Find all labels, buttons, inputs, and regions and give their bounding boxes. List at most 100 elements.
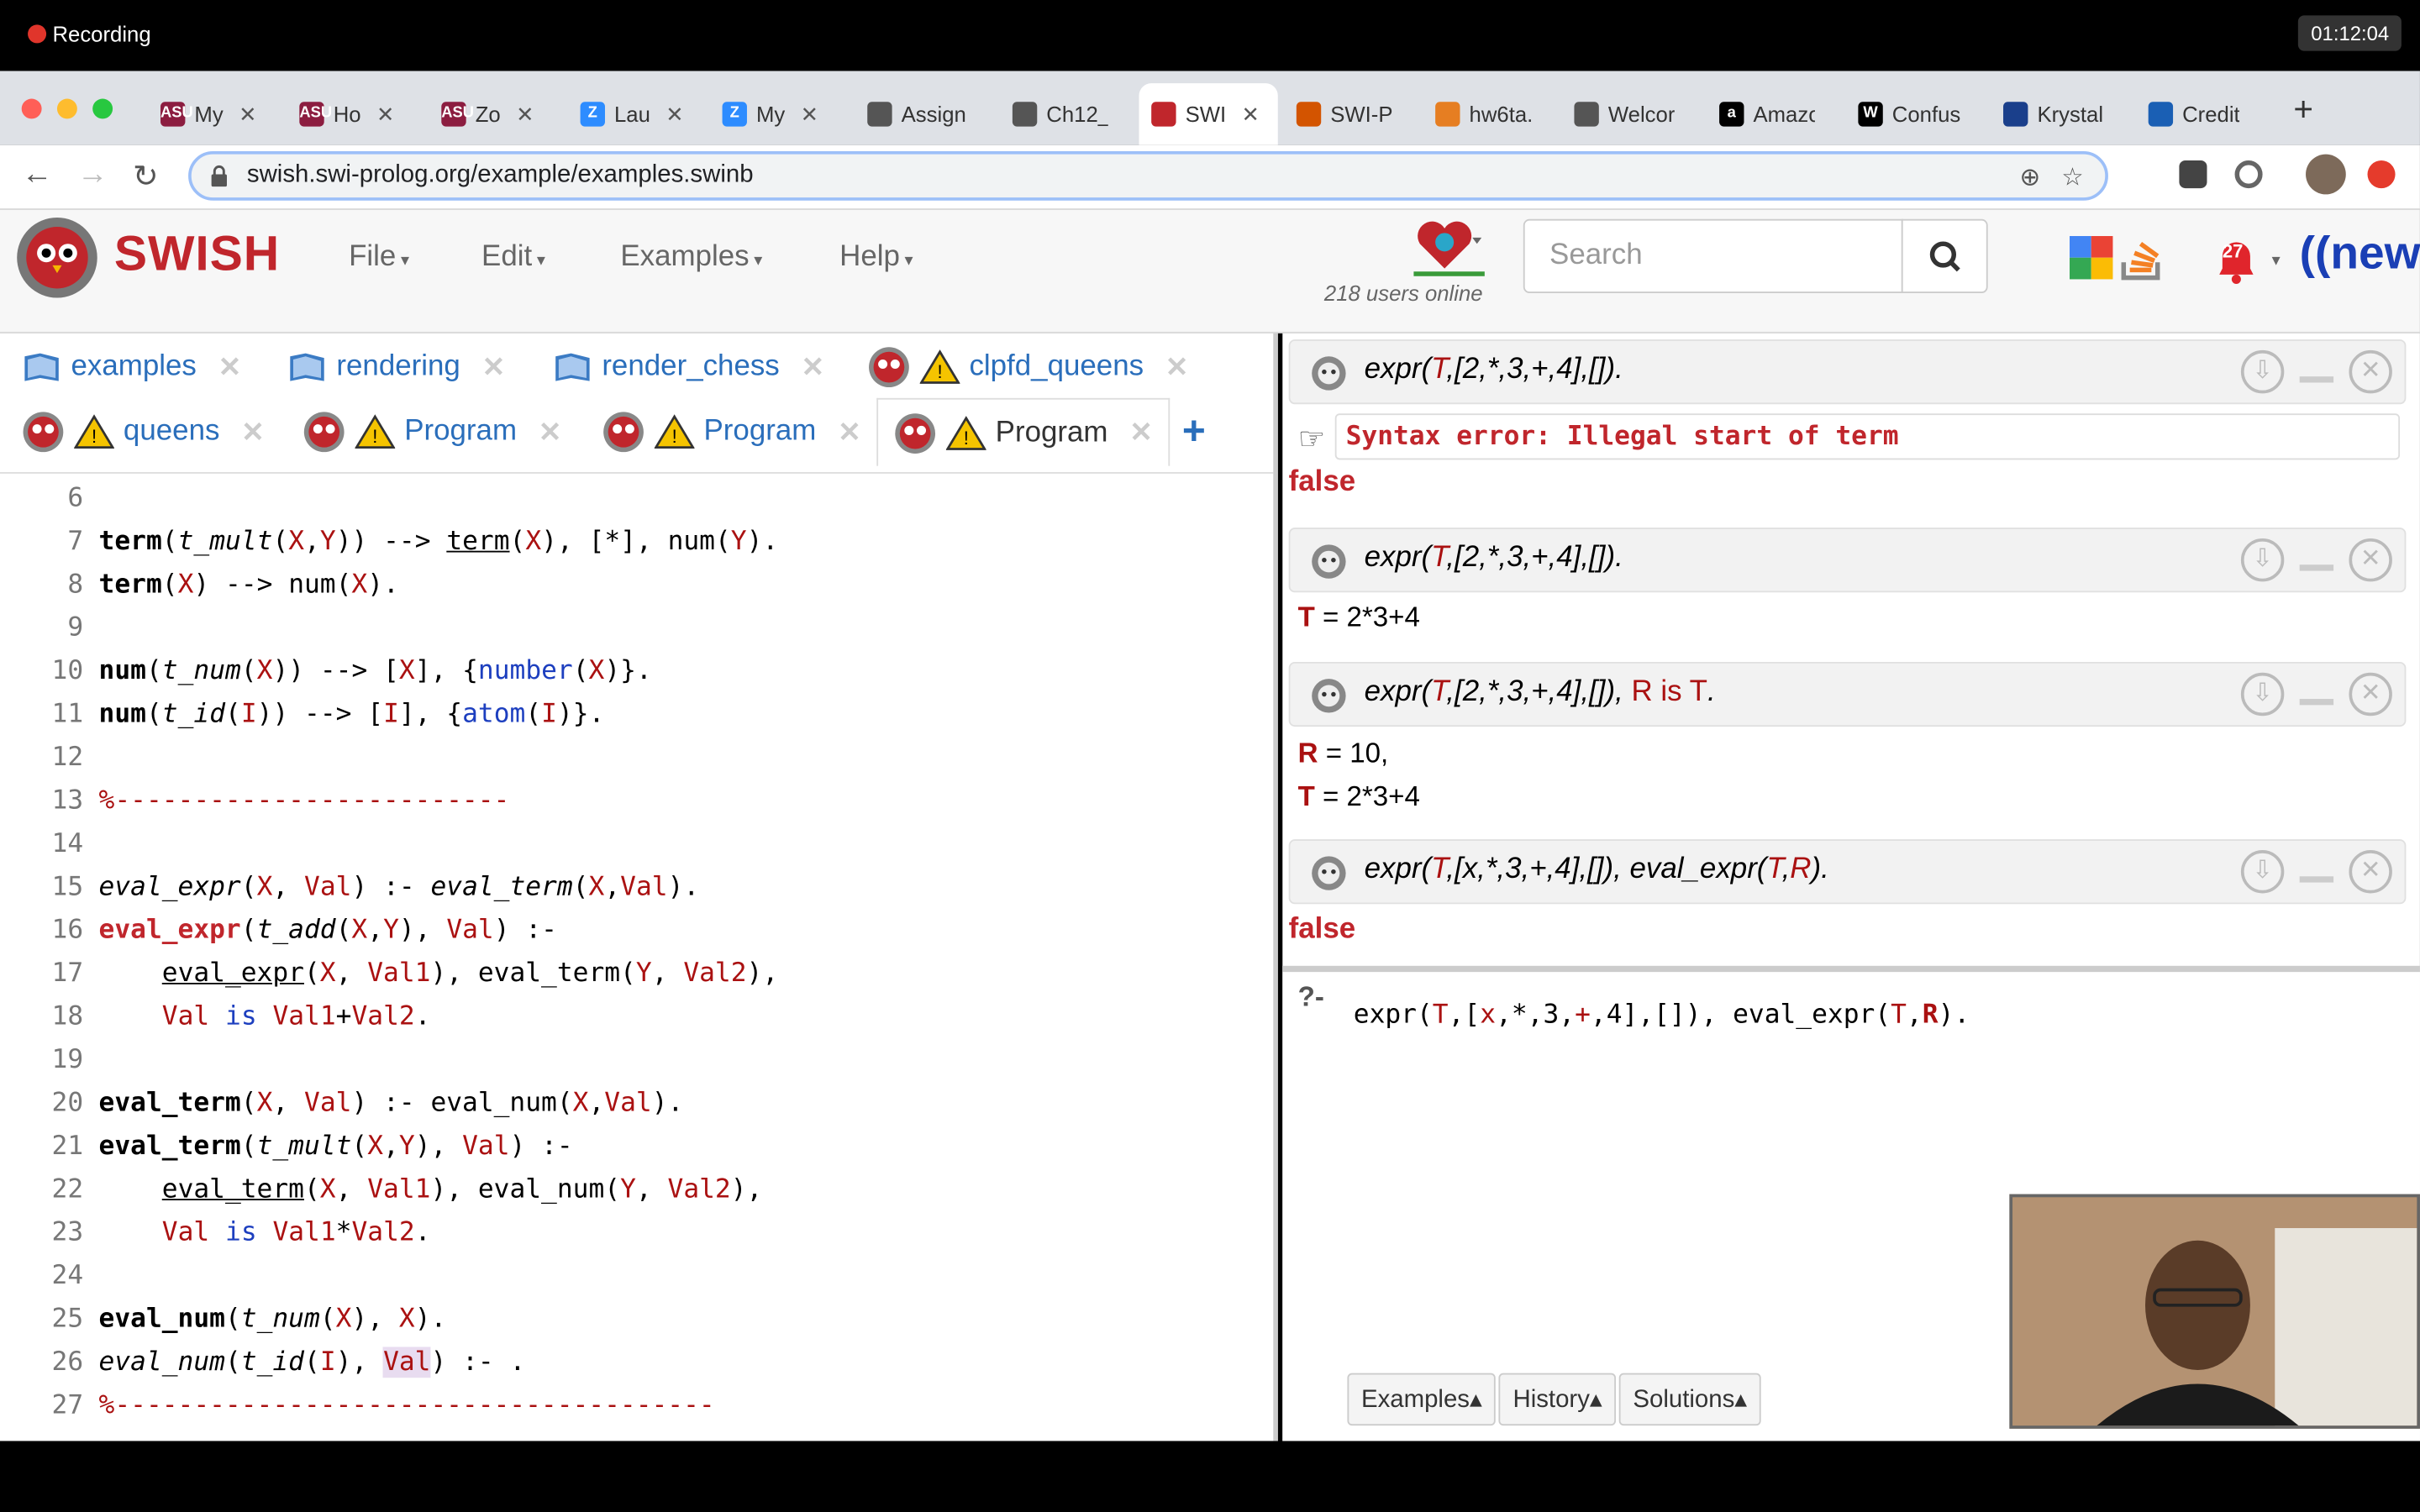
code-line[interactable]: 23 Val is Val1*Val2.: [0, 1211, 1273, 1254]
minimize-icon[interactable]: [2299, 876, 2334, 883]
browser-tab-5[interactable]: Assign: [855, 83, 992, 144]
browser-tab-1[interactable]: ASU Ho ✕: [287, 83, 420, 144]
menu-edit[interactable]: Edit ▾: [481, 241, 545, 275]
download-icon[interactable]: ⇩: [2240, 538, 2285, 582]
browser-tab-13[interactable]: Krystal: [1991, 83, 2127, 144]
window-maximize-button[interactable]: [92, 98, 113, 119]
tab-clpfd-queens[interactable]: ! clpfd_queens ✕: [867, 333, 1189, 402]
tab-program-2[interactable]: ! Program ✕: [602, 398, 861, 466]
url-bar[interactable]: swish.swi-prolog.org/example/examples.sw…: [188, 150, 2108, 201]
close-icon[interactable]: ✕: [801, 101, 819, 127]
query-text[interactable]: expr(T,[x,*,3,+,4],[]), eval_expr(T,R).: [1365, 853, 1829, 887]
close-icon[interactable]: ✕: [376, 101, 395, 127]
minimize-icon[interactable]: [2299, 564, 2334, 571]
close-icon[interactable]: ✕: [1242, 101, 1260, 127]
new-button[interactable]: ((new)): [2300, 228, 2420, 281]
code-line[interactable]: 22 eval_term(X, Val1), eval_num(Y, Val2)…: [0, 1168, 1273, 1210]
query-text[interactable]: expr(T,[2,*,3,+,4],[]).: [1365, 542, 1623, 575]
browser-tab-2[interactable]: ASU Zo ✕: [429, 83, 562, 144]
code-line[interactable]: 16 eval_expr(t_add(X,Y), Val) :-: [0, 909, 1273, 952]
tab-program-active[interactable]: ! Program ✕: [876, 397, 1171, 466]
download-icon[interactable]: ⇩: [2240, 672, 2285, 717]
browser-tab-10[interactable]: Welcor: [1562, 83, 1698, 144]
menu-examples[interactable]: Examples ▾: [620, 241, 762, 275]
menu-help[interactable]: Help ▾: [839, 241, 913, 275]
back-icon[interactable]: ←: [22, 157, 53, 192]
menu-file[interactable]: File ▾: [349, 241, 409, 275]
zoom-icon[interactable]: ⊕: [2019, 162, 2040, 193]
tab-queens[interactable]: ! queens ✕: [22, 398, 265, 466]
close-icon[interactable]: ✕: [2349, 349, 2392, 394]
browser-tab-14[interactable]: Credit: [2136, 83, 2275, 144]
code-line[interactable]: 10 num(t_num(X)) --> [X], {number(X)}.: [0, 649, 1273, 692]
browser-tab-0[interactable]: ASU My ✕: [148, 83, 281, 144]
close-icon[interactable]: ✕: [801, 351, 824, 384]
search-button[interactable]: [1901, 218, 1988, 293]
window-minimize-button[interactable]: [56, 98, 77, 119]
code-line[interactable]: 12: [0, 736, 1273, 779]
query-text[interactable]: expr(T,[x,*,3,+,4],[]), eval_expr(T,R).: [1354, 1000, 1970, 1031]
browser-tab-7[interactable]: SWI ✕: [1139, 83, 1278, 145]
tab-program-1[interactable]: ! Program ✕: [302, 398, 561, 466]
extension-circle-icon[interactable]: [2234, 160, 2263, 189]
code-line[interactable]: 17 eval_expr(X, Val1), eval_term(Y, Val2…: [0, 952, 1273, 995]
close-icon[interactable]: ✕: [666, 101, 684, 127]
close-icon[interactable]: ✕: [838, 416, 861, 449]
code-line[interactable]: 8 term(X) --> num(X).: [0, 563, 1273, 606]
close-icon[interactable]: ✕: [2349, 538, 2392, 582]
query-text[interactable]: expr(T,[2,*,3,+,4],[]), R is T.: [1365, 675, 1716, 709]
stackoverflow-icon[interactable]: [2118, 232, 2167, 281]
bookmark-star-icon[interactable]: ☆: [2061, 162, 2083, 193]
code-line[interactable]: 20 eval_term(X, Val) :- eval_num(X,Val).: [0, 1082, 1273, 1125]
tab-render-chess[interactable]: render_chess ✕: [553, 333, 824, 402]
tab-examples[interactable]: examples ✕: [22, 333, 242, 402]
code-line[interactable]: 11 num(t_id(I)) --> [I], {atom(I)}.: [0, 693, 1273, 736]
profile-avatar[interactable]: [2306, 154, 2346, 195]
query-text[interactable]: expr(T,[2,*,3,+,4],[]).: [1365, 354, 1623, 387]
code-line[interactable]: 24: [0, 1254, 1273, 1297]
close-icon[interactable]: ✕: [239, 101, 257, 127]
forward-icon[interactable]: →: [77, 157, 108, 192]
google-icon[interactable]: [2068, 234, 2114, 281]
solutions-button[interactable]: Solutions▴: [1618, 1373, 1761, 1426]
code-line[interactable]: 27 %-------------------------------------…: [0, 1384, 1273, 1427]
chevron-down-icon[interactable]: ▾: [2272, 250, 2281, 270]
browser-tab-9[interactable]: hw6ta.p: [1423, 83, 1552, 144]
close-icon[interactable]: ✕: [2349, 672, 2392, 717]
browser-tab-4[interactable]: Z My ✕: [710, 83, 846, 144]
close-icon[interactable]: ✕: [539, 416, 562, 449]
examples-button[interactable]: Examples▴: [1347, 1373, 1497, 1426]
swish-brand[interactable]: SWISH: [114, 225, 280, 282]
community-heart-icon[interactable]: [1411, 216, 1485, 277]
close-icon[interactable]: ✕: [516, 101, 534, 127]
close-icon[interactable]: ✕: [218, 351, 242, 384]
close-icon[interactable]: ✕: [1129, 417, 1153, 449]
browser-tab-12[interactable]: W Confus: [1846, 83, 1982, 144]
code-editor[interactable]: 6 7 term(t_mult(X,Y)) --> term(X), [*], nu…: [0, 472, 1274, 1441]
search-input[interactable]: Search: [1523, 218, 1903, 293]
close-icon[interactable]: ✕: [2349, 850, 2392, 894]
browser-tab-6[interactable]: Ch12_F: [1000, 83, 1129, 144]
browser-tab-3[interactable]: Z Lau ✕: [568, 83, 701, 144]
minimize-icon[interactable]: [2299, 699, 2334, 706]
code-line[interactable]: 19: [0, 1038, 1273, 1081]
add-tab-button[interactable]: +: [1182, 407, 1206, 455]
code-line[interactable]: 26 eval_num(t_id(I), Val) :- .: [0, 1341, 1273, 1383]
reload-icon[interactable]: ↻: [133, 157, 159, 196]
window-close-button[interactable]: [21, 98, 42, 119]
browser-tab-11[interactable]: a Amazo: [1707, 83, 1836, 144]
code-line[interactable]: 9: [0, 606, 1273, 649]
code-line[interactable]: 21 eval_term(t_mult(X,Y), Val) :-: [0, 1125, 1273, 1168]
history-button[interactable]: History▴: [1498, 1373, 1617, 1426]
extension-red-icon[interactable]: [2367, 160, 2396, 189]
close-icon[interactable]: ✕: [1165, 351, 1189, 384]
query-input[interactable]: [1347, 978, 2058, 1349]
code-line[interactable]: 13 %-------------------------: [0, 780, 1273, 822]
code-line[interactable]: 15 eval_expr(X, Val) :- eval_term(X,Val).: [0, 865, 1273, 908]
code-line[interactable]: 7 term(t_mult(X,Y)) --> term(X), [*], num…: [0, 520, 1273, 563]
close-icon[interactable]: ✕: [241, 416, 265, 449]
code-line[interactable]: 18 Val is Val1+Val2.: [0, 995, 1273, 1038]
code-line[interactable]: 25 eval_num(t_num(X), X).: [0, 1298, 1273, 1341]
extension-shield-icon[interactable]: [2179, 160, 2207, 189]
code-line[interactable]: 14: [0, 822, 1273, 865]
